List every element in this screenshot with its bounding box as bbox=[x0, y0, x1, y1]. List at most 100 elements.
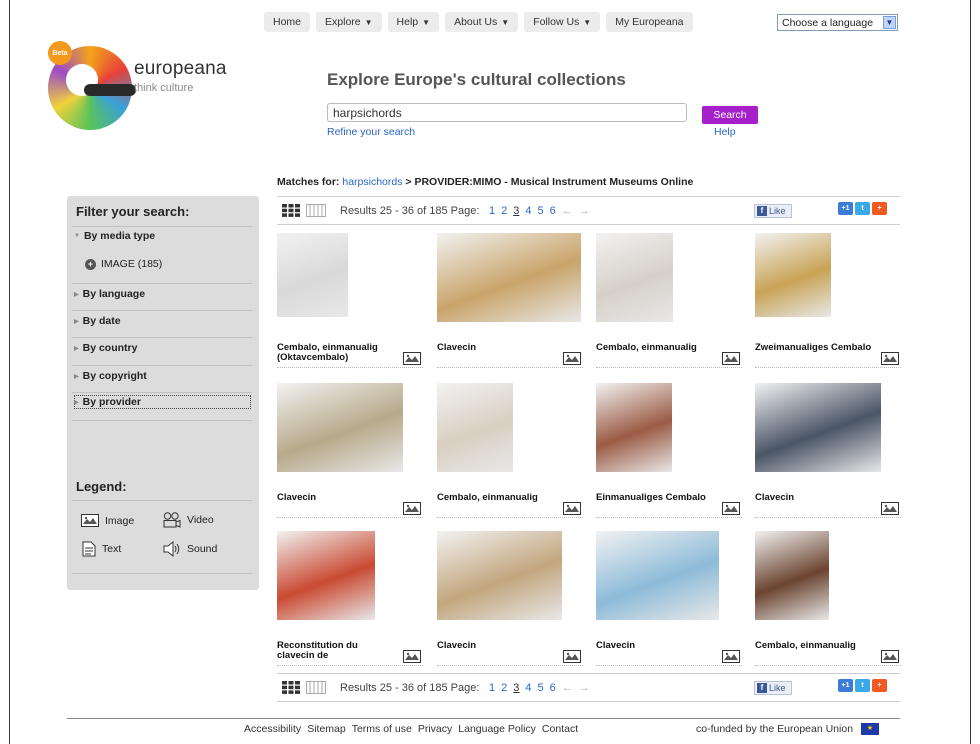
result-title[interactable]: Cembalo, einmanualig bbox=[437, 493, 555, 503]
result-card[interactable]: Reconstitution du clavecin de bbox=[277, 531, 423, 671]
grid-view-icon[interactable] bbox=[282, 681, 300, 694]
prev-arrow-icon[interactable]: ← bbox=[562, 682, 573, 694]
nav-follow-us[interactable]: Follow Us ▼ bbox=[524, 12, 601, 32]
result-title[interactable]: Clavecin bbox=[755, 493, 873, 503]
legend-sound: Sound bbox=[163, 541, 217, 557]
result-card[interactable]: Einmanualiges Cembalo bbox=[596, 383, 742, 523]
footer-link-language-policy[interactable]: Language Policy bbox=[458, 723, 536, 735]
result-card[interactable]: Clavecin bbox=[437, 233, 583, 373]
facet-option-image[interactable]: + IMAGE (185) bbox=[85, 258, 162, 270]
page-link[interactable]: 6 bbox=[550, 682, 556, 694]
result-thumbnail[interactable] bbox=[596, 233, 673, 322]
page-link[interactable]: 6 bbox=[550, 205, 556, 217]
footer-link-accessibility[interactable]: Accessibility bbox=[244, 723, 301, 735]
google-plus-one-icon[interactable]: +1 bbox=[838, 679, 853, 692]
footer-link-sitemap[interactable]: Sitemap bbox=[307, 723, 346, 735]
result-card[interactable]: Clavecin bbox=[277, 383, 423, 523]
page-link-current: 3 bbox=[513, 205, 520, 217]
result-divider bbox=[596, 517, 742, 518]
language-select[interactable]: Choose a language ▼ bbox=[777, 14, 898, 31]
europeana-logo[interactable]: Beta europeana think culture bbox=[40, 38, 240, 143]
result-title[interactable]: Cembalo, einmanualig bbox=[596, 343, 714, 353]
matches-query-link[interactable]: harpsichords bbox=[342, 176, 402, 188]
facebook-like-button[interactable]: f Like bbox=[754, 204, 792, 218]
page-link[interactable]: 5 bbox=[538, 205, 544, 217]
google-plus-one-icon[interactable]: +1 bbox=[838, 202, 853, 215]
result-card[interactable]: Cembalo, einmanualig bbox=[596, 233, 742, 373]
list-view-icon[interactable] bbox=[306, 681, 326, 694]
nav-my-europeana[interactable]: My Europeana bbox=[606, 12, 693, 32]
result-card[interactable]: Clavecin bbox=[437, 531, 583, 671]
result-thumbnail[interactable] bbox=[437, 383, 513, 472]
facet-country[interactable]: ▶ By country bbox=[74, 342, 137, 354]
page-border-right bbox=[970, 0, 971, 744]
page-link[interactable]: 2 bbox=[501, 682, 507, 694]
facet-copyright[interactable]: ▶ By copyright bbox=[74, 370, 147, 382]
footer-link-privacy[interactable]: Privacy bbox=[418, 723, 452, 735]
facet-provider[interactable]: ▶ By provider bbox=[74, 396, 141, 408]
next-arrow-icon[interactable]: → bbox=[579, 205, 590, 217]
result-card[interactable]: Zweimanualiges Cembalo bbox=[755, 233, 901, 373]
result-title[interactable]: Cembalo, einmanualig bbox=[755, 641, 873, 651]
result-title[interactable]: Cembalo, einmanualig (Oktavcembalo) bbox=[277, 343, 395, 363]
divider bbox=[72, 226, 252, 227]
footer-link-contact[interactable]: Contact bbox=[542, 723, 578, 735]
matches-prefix: Matches for: bbox=[277, 176, 340, 188]
addthis-plus-icon[interactable]: + bbox=[872, 202, 887, 215]
result-thumbnail[interactable] bbox=[437, 233, 581, 322]
nav-home[interactable]: Home bbox=[264, 12, 311, 32]
result-thumbnail[interactable] bbox=[277, 233, 348, 317]
page-link[interactable]: 4 bbox=[525, 682, 531, 694]
search-button[interactable]: Search bbox=[702, 106, 758, 124]
nav-explore[interactable]: Explore ▼ bbox=[316, 12, 382, 32]
next-arrow-icon[interactable]: → bbox=[579, 682, 590, 694]
nav-help[interactable]: Help ▼ bbox=[387, 12, 440, 32]
help-link[interactable]: Help bbox=[714, 126, 736, 138]
result-thumbnail[interactable] bbox=[277, 531, 375, 620]
result-thumbnail[interactable] bbox=[437, 531, 562, 620]
page-link[interactable]: 1 bbox=[489, 682, 495, 694]
result-thumbnail[interactable] bbox=[277, 383, 403, 472]
result-thumbnail[interactable] bbox=[596, 383, 672, 472]
addthis-plus-icon[interactable]: + bbox=[872, 679, 887, 692]
page-link[interactable]: 4 bbox=[525, 205, 531, 217]
facet-language[interactable]: ▶ By language bbox=[74, 288, 145, 300]
result-title[interactable]: Reconstitution du clavecin de bbox=[277, 641, 395, 661]
twitter-icon[interactable]: t bbox=[855, 202, 870, 215]
facebook-like-button[interactable]: f Like bbox=[754, 681, 792, 695]
image-icon bbox=[563, 650, 581, 663]
result-card[interactable]: Cembalo, einmanualig (Oktavcembalo) bbox=[277, 233, 423, 373]
triangle-right-icon: ▶ bbox=[74, 291, 79, 298]
facet-date[interactable]: ▶ By date bbox=[74, 315, 121, 327]
result-title[interactable]: Clavecin bbox=[437, 641, 555, 651]
result-title[interactable]: Clavecin bbox=[437, 343, 555, 353]
prev-arrow-icon[interactable]: ← bbox=[562, 205, 573, 217]
result-title[interactable]: Clavecin bbox=[277, 493, 395, 503]
divider bbox=[72, 365, 252, 366]
result-thumbnail[interactable] bbox=[755, 531, 829, 620]
result-card[interactable]: Clavecin bbox=[596, 531, 742, 671]
result-card[interactable]: Cembalo, einmanualig bbox=[437, 383, 583, 523]
footer-link-terms[interactable]: Terms of use bbox=[352, 723, 412, 735]
chevron-down-icon[interactable]: ▼ bbox=[883, 16, 896, 29]
top-navigation: Home Explore ▼ Help ▼ About Us ▼ Follow Us ▼… bbox=[264, 12, 693, 32]
page-link[interactable]: 5 bbox=[538, 682, 544, 694]
search-input[interactable] bbox=[327, 103, 687, 122]
result-card[interactable]: Clavecin bbox=[755, 383, 901, 523]
result-title[interactable]: Clavecin bbox=[596, 641, 714, 651]
grid-view-icon[interactable] bbox=[282, 204, 300, 217]
result-title[interactable]: Einmanualiges Cembalo bbox=[596, 493, 714, 503]
result-thumbnail[interactable] bbox=[596, 531, 719, 620]
list-view-icon[interactable] bbox=[306, 204, 326, 217]
result-card[interactable]: Cembalo, einmanualig bbox=[755, 531, 901, 671]
result-thumbnail[interactable] bbox=[755, 233, 831, 317]
facet-media-type[interactable]: ▼ By media type bbox=[74, 230, 155, 242]
refine-search-link[interactable]: Refine your search bbox=[327, 126, 415, 138]
result-title[interactable]: Zweimanualiges Cembalo bbox=[755, 343, 873, 353]
page-link[interactable]: 2 bbox=[501, 205, 507, 217]
divider bbox=[72, 392, 252, 393]
result-thumbnail[interactable] bbox=[755, 383, 881, 472]
nav-about-us[interactable]: About Us ▼ bbox=[445, 12, 519, 32]
twitter-icon[interactable]: t bbox=[855, 679, 870, 692]
page-link[interactable]: 1 bbox=[489, 205, 495, 217]
